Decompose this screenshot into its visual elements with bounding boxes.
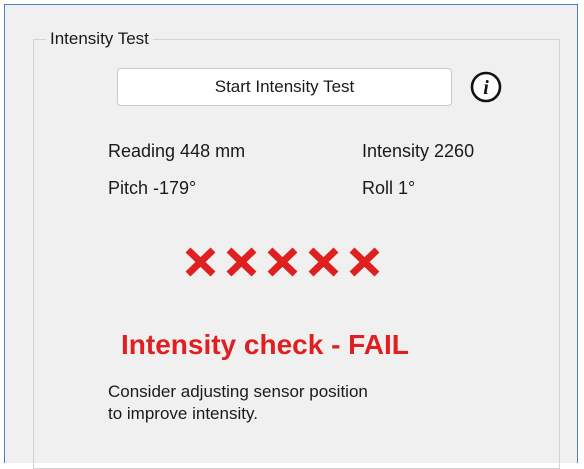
reading-value: Reading 448 mm [108, 141, 246, 161]
advice-line-2: to improve intensity. [108, 404, 258, 423]
roll-value: Roll 1° [362, 178, 416, 198]
start-intensity-test-button[interactable]: Start Intensity Test [117, 68, 452, 106]
fail-marks [182, 244, 383, 280]
info-icon[interactable]: i [470, 71, 502, 103]
pitch-value: Pitch -179° [108, 178, 197, 198]
cross-icon [349, 247, 380, 277]
intensity-value: Intensity 2260 [362, 141, 475, 161]
start-intensity-test-label: Start Intensity Test [214, 77, 355, 96]
info-glyph: i [483, 77, 489, 99]
advice-line-1: Consider adjusting sensor position [108, 382, 368, 401]
result-status: Intensity check - FAIL [121, 329, 409, 360]
cross-icon [226, 247, 257, 277]
cross-icon [185, 247, 216, 277]
advice-text: Consider adjusting sensor position to im… [108, 381, 368, 425]
cross-icon [267, 247, 298, 277]
cross-icon [308, 247, 339, 277]
groupbox-title: Intensity Test [46, 29, 153, 49]
